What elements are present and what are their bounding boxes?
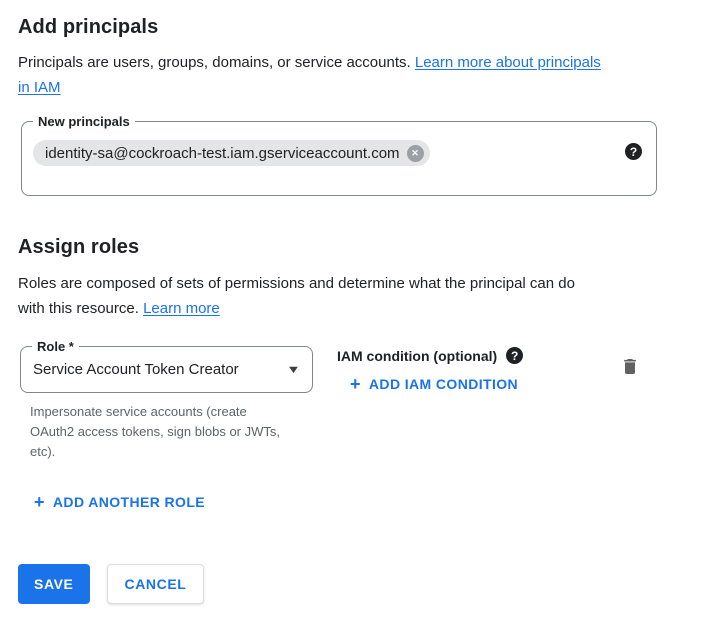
add-principals-panel: Add principals Principals are users, gro…	[0, 0, 713, 629]
learn-more-link[interactable]: Learn more	[143, 300, 220, 317]
save-button[interactable]: SAVE	[18, 564, 90, 604]
role-helper-text: Impersonate service accounts (create OAu…	[30, 402, 285, 462]
new-principals-label: New principals	[33, 112, 135, 132]
assign-roles-title: Assign roles	[18, 235, 713, 259]
plus-icon: +	[350, 377, 361, 391]
principal-chip-label: identity-sa@cockroach-test.iam.gservicea…	[45, 145, 400, 162]
iam-condition-label: IAM condition (optional)	[337, 348, 497, 364]
actions-row: SAVE CANCEL	[18, 564, 713, 604]
plus-icon: +	[34, 495, 45, 509]
trash-icon	[620, 356, 640, 377]
iam-condition-label-row: IAM condition (optional) ?	[337, 347, 523, 364]
chevron-down-icon: ▼	[286, 364, 301, 376]
add-another-role-button[interactable]: + ADD ANOTHER ROLE	[34, 494, 205, 510]
role-column: Role * Service Account Token Creator ▼ I…	[20, 346, 313, 462]
new-principals-field[interactable]: New principals identity-sa@cockroach-tes…	[21, 121, 657, 196]
role-label: Role *	[32, 337, 79, 357]
role-value: Service Account Token Creator	[33, 361, 239, 378]
intro-text: Principals are users, groups, domains, o…	[18, 50, 663, 100]
iam-condition-column: IAM condition (optional) ? + ADD IAM CON…	[337, 346, 523, 392]
add-iam-condition-button[interactable]: + ADD IAM CONDITION	[350, 376, 518, 392]
cancel-button[interactable]: CANCEL	[107, 564, 205, 604]
role-select[interactable]: Role * Service Account Token Creator ▼	[20, 346, 313, 393]
role-row: Role * Service Account Token Creator ▼ I…	[20, 346, 713, 462]
assign-roles-text: Roles are composed of sets of permission…	[18, 271, 663, 321]
principal-chip: identity-sa@cockroach-test.iam.gservicea…	[33, 140, 430, 166]
intro-text-static: Principals are users, groups, domains, o…	[18, 54, 411, 71]
help-icon[interactable]: ?	[625, 143, 642, 160]
delete-role-button[interactable]	[620, 356, 640, 377]
page-title: Add principals	[0, 0, 713, 40]
close-icon[interactable]: ✕	[407, 145, 424, 162]
help-icon[interactable]: ?	[506, 347, 523, 364]
